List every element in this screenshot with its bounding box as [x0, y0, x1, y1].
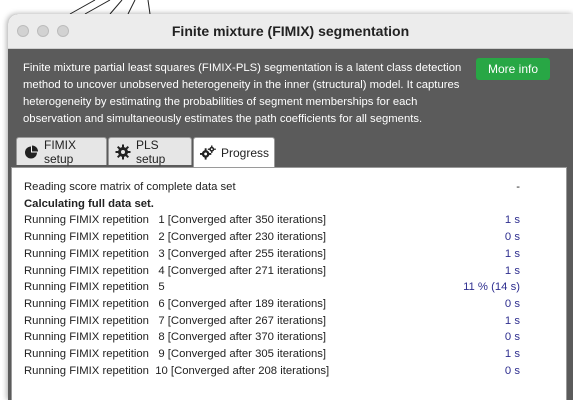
more-info-button[interactable]: More info: [476, 58, 550, 80]
progress-row: Running FIMIX repetition 1 [Converged af…: [24, 212, 520, 229]
tab-label: PLS setup: [136, 137, 166, 166]
progress-row-label: Running FIMIX repetition 1 [Converged af…: [24, 214, 327, 227]
progress-row-time: 1 s: [504, 314, 520, 327]
pie-chart-icon: [23, 144, 39, 160]
progress-row-time: 0 s: [504, 231, 520, 244]
progress-row: Running FIMIX repetition 10 [Converged a…: [24, 363, 520, 380]
progress-row-label: Running FIMIX repetition 5: [24, 281, 165, 294]
progress-row-time: 11 % (14 s): [463, 281, 520, 294]
progress-row-label: Running FIMIX repetition 4 [Converged af…: [24, 264, 327, 277]
progress-row-time: 0 s: [504, 331, 520, 344]
progress-row-time: 1 s: [504, 247, 520, 260]
progress-row-time: 1 s: [504, 348, 520, 360]
gears-icon: [200, 145, 216, 161]
progress-row: Running FIMIX repetition 9 [Converged af…: [24, 346, 520, 363]
progress-row-time: 0 s: [504, 297, 520, 310]
progress-row-label: Reading score matrix of complete data se…: [24, 181, 236, 193]
progress-row-label: Running FIMIX repetition 8 [Converged af…: [24, 331, 327, 344]
progress-row-label: Running FIMIX repetition 2 [Converged af…: [24, 231, 327, 244]
progress-row: Running FIMIX repetition 2 [Converged af…: [24, 229, 520, 246]
gear-icon: [115, 144, 131, 160]
progress-row-time: -: [516, 181, 520, 193]
tab-fimix-setup[interactable]: FIMIX setup: [16, 137, 107, 166]
tab-pls-setup[interactable]: PLS setup: [108, 137, 192, 166]
progress-row-time: 1 s: [504, 264, 520, 277]
progress-row-label: Running FIMIX repetition 3 [Converged af…: [24, 247, 327, 260]
progress-row: Calculating full data set.: [24, 196, 520, 213]
fimix-dialog: Finite mixture (FIMIX) segmentation Fini…: [8, 14, 573, 400]
window-title: Finite mixture (FIMIX) segmentation: [171, 23, 410, 39]
progress-row-label: Running FIMIX repetition 10 [Converged a…: [24, 364, 330, 377]
progress-row-label: Running FIMIX repetition 9 [Converged af…: [24, 348, 327, 360]
progress-row: Running FIMIX repetition 7 [Converged af…: [24, 313, 520, 330]
progress-row-label: Running FIMIX repetition 6 [Converged af…: [24, 297, 327, 310]
description-text: Finite mixture partial least squares (FI…: [23, 62, 462, 125]
tab-label: Progress: [221, 146, 270, 160]
progress-panel: Reading score matrix of complete data se…: [11, 167, 567, 400]
progress-row-label: Calculating full data set.: [24, 197, 154, 210]
progress-row: Running FIMIX repetition 6 [Converged af…: [24, 296, 520, 313]
progress-row: Running FIMIX repetition 8 [Converged af…: [24, 329, 520, 346]
progress-row: Reading score matrix of complete data se…: [24, 179, 520, 196]
tab-label: FIMIX setup: [44, 137, 76, 166]
progress-row-label: Running FIMIX repetition 7 [Converged af…: [24, 314, 327, 327]
progress-row: Running FIMIX repetition 3 [Converged af…: [24, 246, 520, 263]
progress-row: Running FIMIX repetition 4 [Converged af…: [24, 263, 520, 280]
progress-row: Running FIMIX repetition 5 11 % (14 s): [24, 279, 520, 296]
title-bar: Finite mixture (FIMIX) segmentation: [8, 14, 573, 49]
progress-row-time: 1 s: [504, 214, 520, 227]
progress-row-time: 0 s: [504, 364, 520, 377]
tab-progress[interactable]: Progress: [193, 137, 275, 168]
